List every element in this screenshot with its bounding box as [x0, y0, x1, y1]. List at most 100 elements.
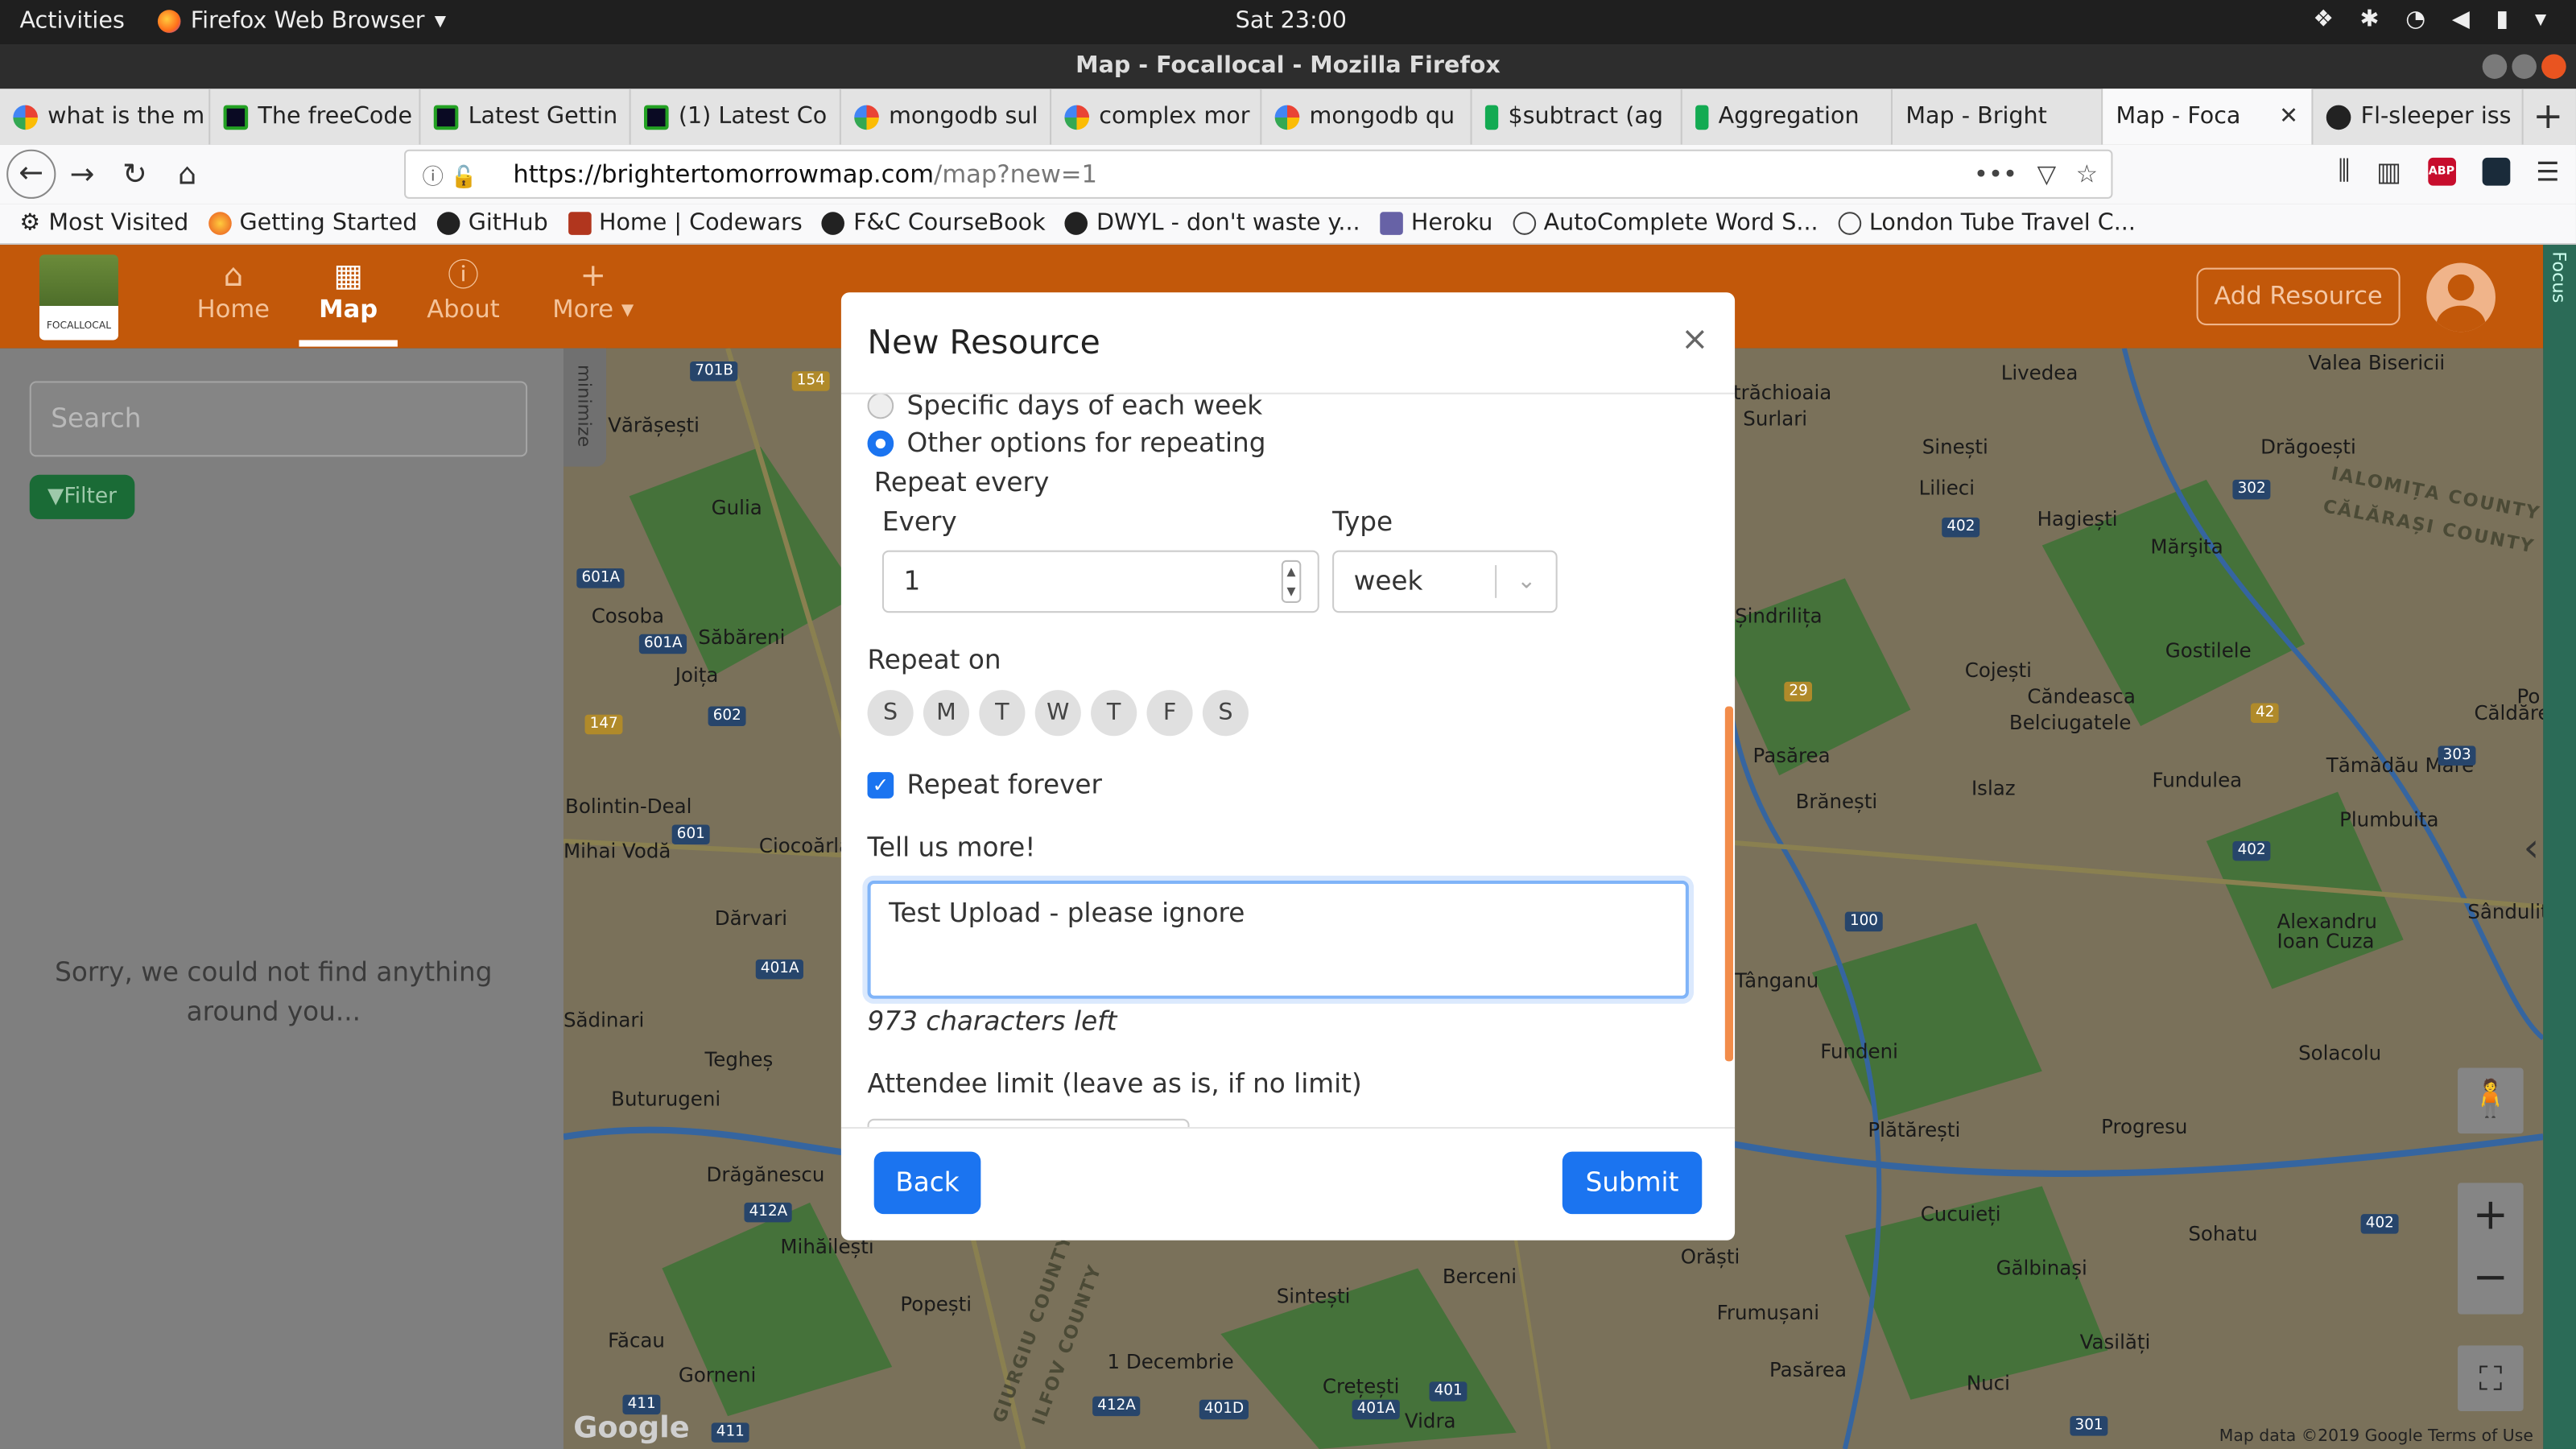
bookmark-item[interactable]: GitHub: [436, 210, 548, 237]
day-monday[interactable]: M: [923, 690, 970, 737]
description-textarea[interactable]: Test Upload - please ignore: [867, 880, 1689, 999]
gear-icon: ⚙: [19, 210, 41, 237]
adblock-icon[interactable]: ABP: [2427, 156, 2456, 185]
bookmark-item[interactable]: AutoComplete Word S...: [1512, 210, 1818, 237]
wifi-icon[interactable]: ◔: [2405, 6, 2425, 33]
sidebar-icon[interactable]: ▥: [2376, 155, 2401, 187]
bookmark-item[interactable]: London Tube Travel C...: [1838, 210, 2136, 237]
day-sunday[interactable]: S: [867, 690, 914, 737]
map-label: Hagiești: [2037, 507, 2118, 531]
focus-extension-bar[interactable]: Focus: [2543, 245, 2576, 1449]
app-menu[interactable]: Firefox Web Browser ▾: [157, 8, 446, 35]
tab-label: what is the m: [47, 103, 205, 130]
radio-button[interactable]: [867, 394, 894, 419]
map-label: Dărvari: [714, 906, 788, 931]
system-top-bar: Activities Firefox Web Browser ▾ Sat 23:…: [0, 0, 2576, 45]
slack-icon[interactable]: ✱: [2360, 6, 2380, 33]
day-saturday[interactable]: S: [1202, 690, 1249, 737]
number-stepper[interactable]: ▲ ▼: [1281, 559, 1302, 603]
bookmark-item[interactable]: Home | Codewars: [568, 210, 803, 237]
back-button[interactable]: ←: [6, 149, 56, 199]
day-tuesday[interactable]: T: [979, 690, 1026, 737]
back-button[interactable]: Back: [873, 1151, 981, 1215]
day-wednesday[interactable]: W: [1034, 690, 1081, 737]
attendee-limit-input[interactable]: [867, 1118, 1190, 1127]
tab[interactable]: mongodb qu: [1261, 89, 1472, 145]
zoom-out-button[interactable]: −: [2458, 1249, 2524, 1315]
tab-strip: what is the m The freeCode Latest Gettin…: [0, 89, 2576, 462]
tab[interactable]: $subtract (ag: [1472, 89, 1682, 145]
tab[interactable]: mongodb sul: [841, 89, 1052, 145]
battery-icon[interactable]: ▮: [2496, 6, 2508, 33]
type-select[interactable]: week ⌄: [1332, 550, 1558, 613]
new-tab-button[interactable]: +: [2524, 89, 2573, 144]
map-attribution[interactable]: Map data ©2019 Google Terms of Use: [2219, 1427, 2533, 1445]
forward-button[interactable]: →: [56, 157, 108, 192]
tab-active[interactable]: Map - Foca ✕: [563, 89, 2314, 462]
url-bar[interactable]: ⓘ 🔓 https://brightertomorrowmap.com/map?…: [404, 149, 2113, 199]
minimize-window-button[interactable]: [2482, 54, 2508, 79]
map-label: Lilieci: [1918, 476, 1975, 500]
tab[interactable]: what is the m: [0, 89, 211, 145]
volume-icon[interactable]: ◀: [2452, 6, 2470, 33]
site-info-icon[interactable]: ⓘ 🔓: [422, 159, 477, 190]
tab[interactable]: The freeCode: [210, 89, 421, 145]
map-label: Berceni: [1442, 1265, 1517, 1288]
close-icon[interactable]: ×: [1681, 319, 1708, 358]
nav-home[interactable]: ⌂ Home: [167, 258, 299, 324]
pocket-icon[interactable]: ▽: [2037, 159, 2057, 189]
system-tray[interactable]: ❖ ✱ ◔ ◀ ▮ ▾: [2313, 6, 2546, 33]
dropbox-icon[interactable]: ❖: [2313, 6, 2334, 33]
close-window-button[interactable]: [2541, 54, 2566, 79]
tab[interactable]: complex mor: [1051, 89, 1262, 145]
nav-about[interactable]: ⓘ About: [398, 258, 529, 324]
clock[interactable]: Sat 23:00: [1236, 8, 1347, 35]
radio-other-options[interactable]: Other options for repeating: [867, 427, 1265, 458]
every-number-input[interactable]: 1 ▲ ▼: [881, 550, 1319, 613]
react-devtools-icon[interactable]: [2481, 156, 2510, 185]
radio-specific-days[interactable]: Specific days of each week: [867, 394, 1262, 420]
close-tab-icon[interactable]: ✕: [2279, 104, 2298, 130]
checkmark-icon[interactable]: ✓: [867, 771, 894, 798]
every-label: Every: [881, 506, 957, 538]
day-friday[interactable]: F: [1146, 690, 1193, 737]
fullscreen-icon[interactable]: ⛶: [2458, 1345, 2524, 1412]
bookmark-item[interactable]: F&C CourseBook: [822, 210, 1046, 237]
street-view-pegman-icon[interactable]: 🧍: [2458, 1067, 2524, 1134]
home-button[interactable]: ⌂: [161, 157, 213, 192]
map-label: 1 Decembrie: [1107, 1350, 1234, 1374]
hamburger-menu-icon[interactable]: ☰: [2536, 155, 2559, 187]
chevron-left-icon[interactable]: ‹: [2524, 824, 2543, 956]
focallocal-logo[interactable]: FOCALLOCAL: [39, 254, 118, 341]
chevron-down-icon[interactable]: ▾: [2535, 6, 2546, 33]
tab[interactable]: Latest Gettin: [420, 89, 631, 145]
nav-map[interactable]: ▦ Map: [283, 258, 414, 324]
minimize-sidebar-button[interactable]: minimize: [563, 348, 607, 467]
bookmark-item[interactable]: ⚙ Most Visited: [19, 210, 188, 237]
radio-button-selected[interactable]: [867, 429, 894, 456]
bookmark-star-icon[interactable]: ☆: [2076, 159, 2098, 189]
search-input[interactable]: Search: [29, 381, 528, 457]
library-icon[interactable]: ⫼: [2338, 155, 2350, 188]
activities-button[interactable]: Activities: [19, 8, 124, 35]
bookmark-item[interactable]: DWYL - don't waste y...: [1065, 210, 1360, 237]
repeat-forever-checkbox[interactable]: ✓ Repeat forever: [867, 769, 1102, 800]
filter-button[interactable]: ▼Filter: [29, 474, 135, 519]
zoom-in-button[interactable]: +: [2458, 1183, 2524, 1249]
submit-button[interactable]: Submit: [1562, 1151, 1703, 1215]
tab[interactable]: Fl-sleeper iss: [2313, 89, 2524, 145]
add-resource-button[interactable]: Add Resource: [2196, 267, 2401, 326]
tab[interactable]: (1) Latest Co: [631, 89, 841, 145]
modal-scrollbar[interactable]: [1724, 706, 1734, 1062]
bookmark-item[interactable]: Getting Started: [208, 210, 417, 237]
day-thursday[interactable]: T: [1091, 690, 1137, 737]
user-avatar[interactable]: [2426, 262, 2496, 332]
nav-more[interactable]: + More ▾: [527, 258, 658, 324]
bookmark-item[interactable]: Heroku: [1380, 210, 1492, 237]
page-actions-icon[interactable]: •••: [1974, 159, 2017, 189]
reload-button[interactable]: ↻: [109, 157, 161, 192]
map-label: Alexandru Ioan Cuza: [2277, 910, 2377, 953]
tab[interactable]: Map - Bright: [563, 89, 2103, 462]
tab[interactable]: Aggregation: [1682, 89, 1893, 145]
maximize-window-button[interactable]: [2512, 54, 2537, 79]
